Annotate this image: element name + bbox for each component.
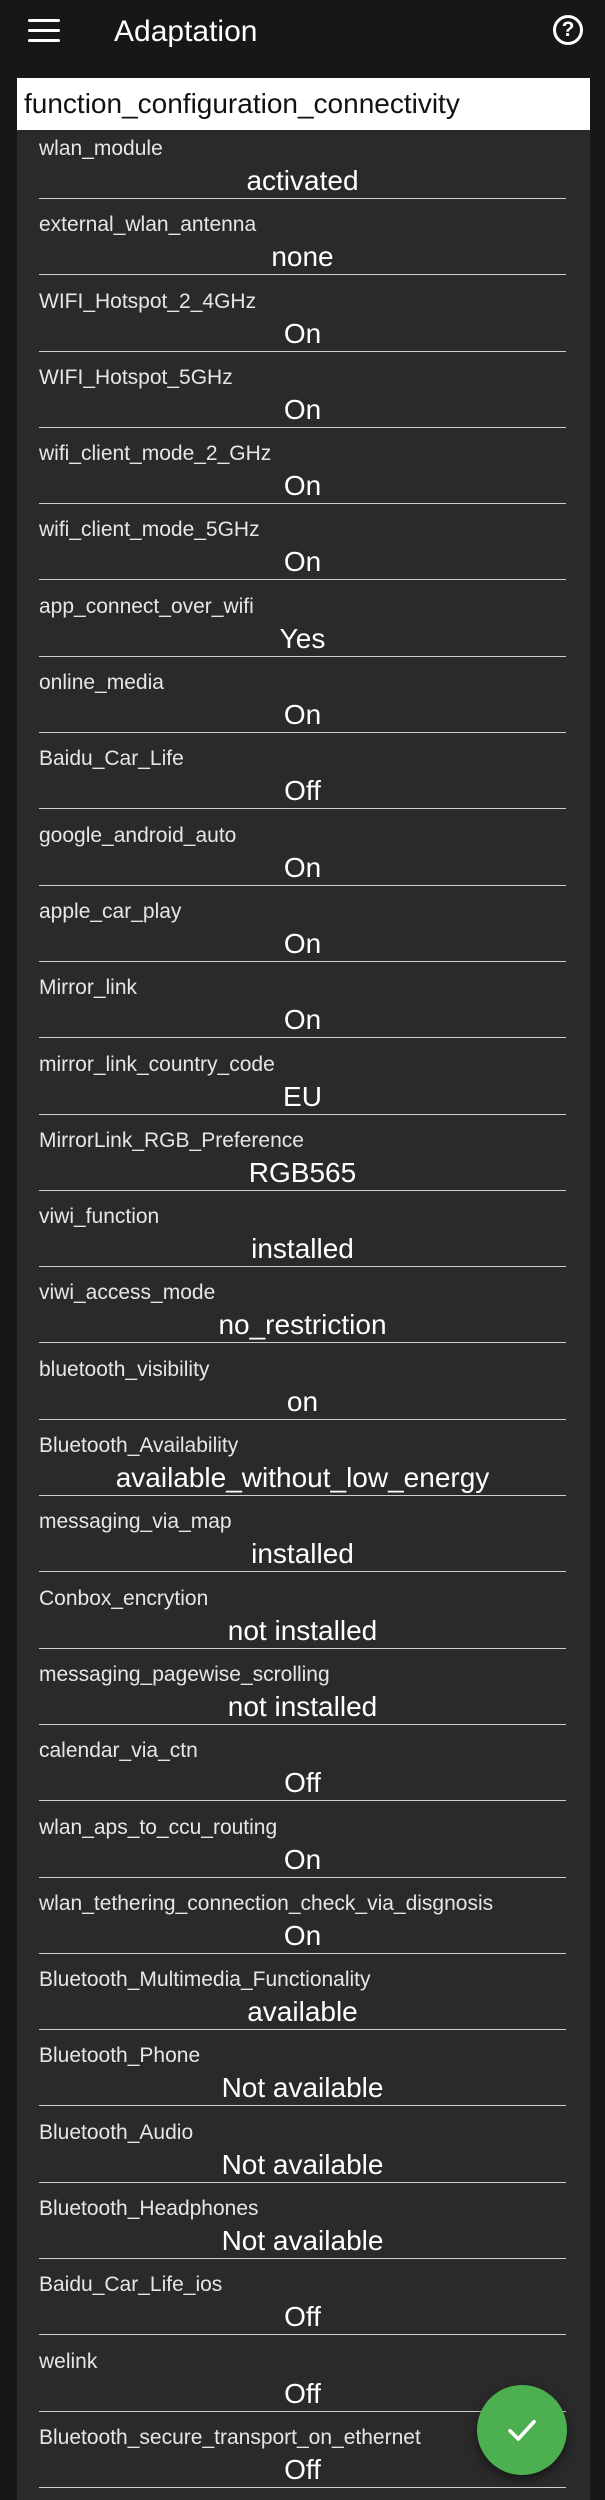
setting-row[interactable]: wifi_client_mode_2_GHz On	[17, 435, 590, 511]
setting-value[interactable]: not installed	[39, 1614, 566, 1649]
setting-label: bluetooth_visibility	[39, 1357, 210, 1381]
setting-row[interactable]: Bluetooth_Audio Not available	[17, 2114, 590, 2190]
setting-label: mirror_link_country_code	[39, 1052, 275, 1076]
setting-row[interactable]: Bluetooth_Headphones Not available	[17, 2190, 590, 2266]
setting-label: MirrorLink_RGB_Preference	[39, 1128, 304, 1152]
settings-list: wlan_module activated external_wlan_antenn…	[17, 130, 590, 2500]
setting-label: Bluetooth_Headphones	[39, 2197, 259, 2221]
setting-value[interactable]: Not available	[39, 2224, 566, 2260]
page-title: Adaptation	[114, 15, 258, 48]
setting-value[interactable]: installed	[39, 1537, 566, 1573]
setting-row[interactable]: wlan_aps_to_ccu_routing On	[17, 1809, 590, 1885]
setting-value[interactable]: On	[39, 469, 566, 505]
setting-value[interactable]: Not available	[39, 2071, 566, 2107]
setting-row[interactable]: Bluetooth_Phone Not available	[17, 2037, 590, 2113]
setting-row[interactable]: bluetooth_visibilityon	[17, 1351, 590, 1427]
setting-label: calendar_via_ctn	[39, 1739, 198, 1763]
setting-label: online_media	[39, 671, 164, 695]
setting-value[interactable]: activated	[39, 164, 566, 199]
app-bar: Adaptation ?	[0, 0, 605, 64]
setting-label: apple_car_play	[39, 899, 182, 923]
setting-row[interactable]: wlan_tethering_connection_check_via_disg…	[17, 1885, 590, 1961]
setting-label: Conbox_encrytion	[39, 1586, 209, 1610]
setting-value[interactable]: On	[39, 1843, 566, 1878]
setting-label: WIFI_Hotspot_5GHz	[39, 365, 233, 389]
setting-label: Mirror_link	[39, 976, 138, 1000]
setting-label: viwi_access_mode	[39, 1281, 216, 1305]
setting-label: app_connect_over_wifi	[39, 594, 254, 618]
setting-row[interactable]: apple_car_play On	[17, 893, 590, 969]
menu-icon[interactable]	[28, 19, 60, 45]
setting-value[interactable]: On	[39, 1919, 566, 1954]
setting-value[interactable]: On	[39, 927, 566, 962]
setting-value[interactable]: Yes	[39, 622, 566, 657]
setting-value[interactable]: none	[39, 240, 566, 276]
setting-label: wifi_client_mode_2_GHz	[39, 442, 272, 466]
setting-row[interactable]: Baidu_Car_Life_ios Off	[17, 2266, 590, 2342]
setting-value[interactable]: not installed	[39, 1690, 566, 1725]
setting-row[interactable]: Conbox_encrytionnot installed	[17, 1580, 590, 1656]
setting-value[interactable]: On	[39, 698, 566, 734]
setting-label: Bluetooth_Audio	[39, 2120, 194, 2144]
setting-row[interactable]: google_android_auto On	[17, 817, 590, 893]
help-icon[interactable]: ?	[553, 15, 583, 45]
setting-row[interactable]: wlan_module activated	[17, 130, 590, 206]
setting-value[interactable]: on	[39, 1385, 566, 1420]
setting-row[interactable]: app_connect_over_wifi Yes	[17, 588, 590, 664]
setting-value[interactable]: RGB565	[39, 1156, 566, 1191]
setting-label: viwi_function	[39, 1205, 160, 1229]
setting-label: WIFI_Hotspot_2_4GHz	[39, 289, 257, 313]
setting-label: Baidu_Car_Life_ios	[39, 2273, 223, 2297]
section-title: function_configuration_connectivity	[17, 78, 590, 130]
setting-row[interactable]: Bluetooth_Availability available_without_…	[17, 1427, 590, 1503]
setting-label: Baidu_Car_Life	[39, 747, 184, 771]
setting-label: messaging_via_map	[39, 1510, 232, 1534]
confirm-button[interactable]	[477, 2385, 567, 2475]
setting-value[interactable]: On	[39, 545, 566, 581]
setting-label: wifi_client_mode_5GHz	[39, 518, 260, 542]
setting-label: Bluetooth_secure_transport_on_ethernet	[39, 2425, 421, 2449]
setting-value[interactable]: Not available	[39, 2148, 566, 2183]
setting-label: messaging_pagewise_scrolling	[39, 1662, 330, 1686]
setting-label: external_wlan_antenna	[39, 213, 257, 237]
setting-value[interactable]: Off	[39, 774, 566, 810]
setting-label: wlan_aps_to_ccu_routing	[39, 1815, 278, 1839]
setting-label: google_android_auto	[39, 823, 237, 847]
setting-row[interactable]: calendar_via_ctn Off	[17, 1732, 590, 1808]
setting-row[interactable]: Bluetooth_Multimedia_Functionalityavaila…	[17, 1961, 590, 2037]
checkmark-icon	[508, 2419, 536, 2441]
setting-value[interactable]: available_without_low_energy	[39, 1461, 566, 1497]
setting-value[interactable]: On	[39, 851, 566, 886]
setting-value[interactable]: On	[39, 1003, 566, 1039]
setting-row[interactable]: viwi_function installed	[17, 1198, 590, 1274]
setting-value[interactable]: On	[39, 393, 566, 428]
setting-value[interactable]: no_restriction	[39, 1308, 566, 1344]
setting-row[interactable]: online_media On	[17, 664, 590, 740]
setting-row[interactable]: wifi_client_mode_5GHz On	[17, 511, 590, 587]
setting-label: Bluetooth_Multimedia_Functionality	[39, 1968, 371, 1992]
setting-value[interactable]: available	[39, 1995, 566, 2031]
setting-value[interactable]: Off	[39, 1766, 566, 1802]
setting-row[interactable]: WIFI_Hotspot_5GHz On	[17, 359, 590, 435]
setting-row[interactable]: WIFI_Hotspot_2_4GHz On	[17, 283, 590, 359]
setting-label: welink	[39, 2349, 98, 2373]
setting-row[interactable]: messaging_via_map installed	[17, 1503, 590, 1579]
setting-label: wlan_tethering_connection_check_via_disg…	[39, 1891, 494, 1915]
setting-value[interactable]: On	[39, 317, 566, 352]
setting-value[interactable]: Off	[39, 2300, 566, 2336]
setting-row[interactable]: external_wlan_antennanone	[17, 206, 590, 282]
setting-row[interactable]: MirrorLink_RGB_Preference RGB565	[17, 1122, 590, 1198]
setting-label: Bluetooth_Phone	[39, 2044, 201, 2068]
setting-row[interactable]: viwi_access_mode no_restriction	[17, 1274, 590, 1350]
setting-value[interactable]: installed	[39, 1232, 566, 1268]
setting-row[interactable]: Baidu_Car_Life Off	[17, 740, 590, 816]
setting-row[interactable]: messaging_pagewise_scrollingnot installe…	[17, 1656, 590, 1732]
setting-label: wlan_module	[39, 137, 163, 160]
setting-label: Bluetooth_Availability	[39, 1434, 239, 1458]
setting-row[interactable]: Mirror_link On	[17, 969, 590, 1045]
setting-row[interactable]: mirror_link_country_code EU	[17, 1046, 590, 1122]
setting-value[interactable]: EU	[39, 1080, 566, 1115]
